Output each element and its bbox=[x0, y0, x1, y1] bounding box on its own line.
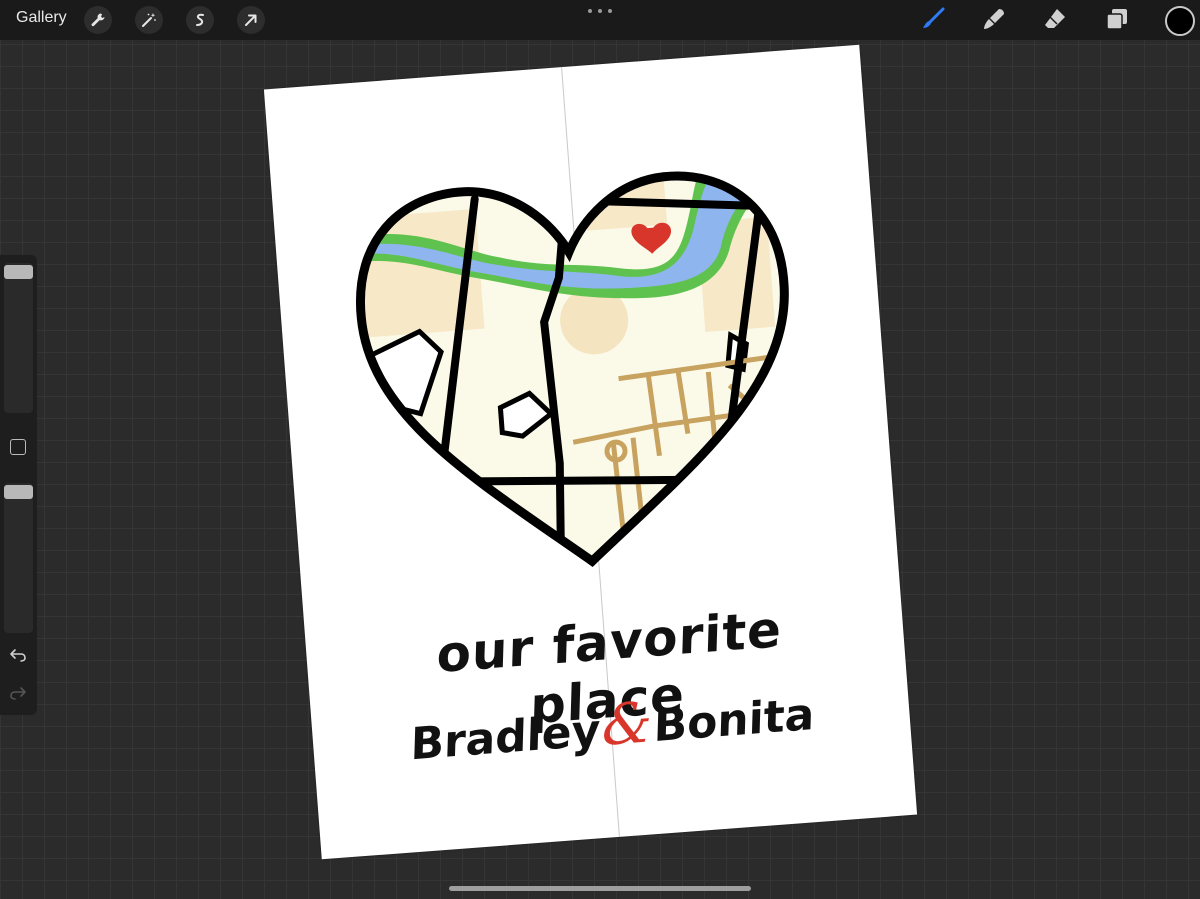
actions-button[interactable] bbox=[84, 6, 112, 34]
home-indicator[interactable] bbox=[449, 886, 751, 891]
brush-button[interactable] bbox=[918, 4, 948, 34]
selection-icon bbox=[196, 13, 204, 26]
canvas-area[interactable]: our favorite place Bradley&Bonita bbox=[260, 44, 920, 864]
adjustments-button[interactable] bbox=[135, 6, 163, 34]
left-sidebar bbox=[0, 255, 37, 715]
heart-map-artwork bbox=[352, 168, 804, 578]
layers-icon bbox=[1106, 9, 1127, 30]
eraser-button[interactable] bbox=[1040, 4, 1070, 34]
magic-wand-icon bbox=[142, 13, 156, 27]
opacity-slider[interactable] bbox=[4, 483, 33, 633]
redo-icon[interactable] bbox=[9, 685, 27, 701]
brush-icon bbox=[923, 7, 945, 28]
wrench-icon bbox=[91, 13, 105, 27]
name-left: Bradley bbox=[409, 704, 601, 771]
top-toolbar: Gallery bbox=[0, 0, 1200, 40]
color-picker-button[interactable] bbox=[1165, 6, 1195, 36]
opacity-handle[interactable] bbox=[4, 485, 33, 499]
more-options-icon[interactable] bbox=[588, 4, 612, 18]
brush-size-slider[interactable] bbox=[4, 263, 33, 413]
brush-size-handle[interactable] bbox=[4, 265, 33, 279]
layers-button[interactable] bbox=[1102, 4, 1132, 34]
transform-button[interactable] bbox=[237, 6, 265, 34]
name-right: Bonita bbox=[653, 688, 816, 753]
undo-icon[interactable] bbox=[9, 647, 27, 663]
smudge-icon bbox=[984, 9, 1004, 29]
transform-icon bbox=[245, 14, 257, 26]
gallery-button[interactable]: Gallery bbox=[16, 9, 67, 27]
modify-button[interactable] bbox=[10, 439, 26, 455]
smudge-button[interactable] bbox=[979, 4, 1009, 34]
selection-button[interactable] bbox=[186, 6, 214, 34]
canvas-paper[interactable]: our favorite place Bradley&Bonita bbox=[263, 44, 918, 860]
ampersand: & bbox=[601, 689, 653, 760]
eraser-icon bbox=[1045, 9, 1065, 28]
